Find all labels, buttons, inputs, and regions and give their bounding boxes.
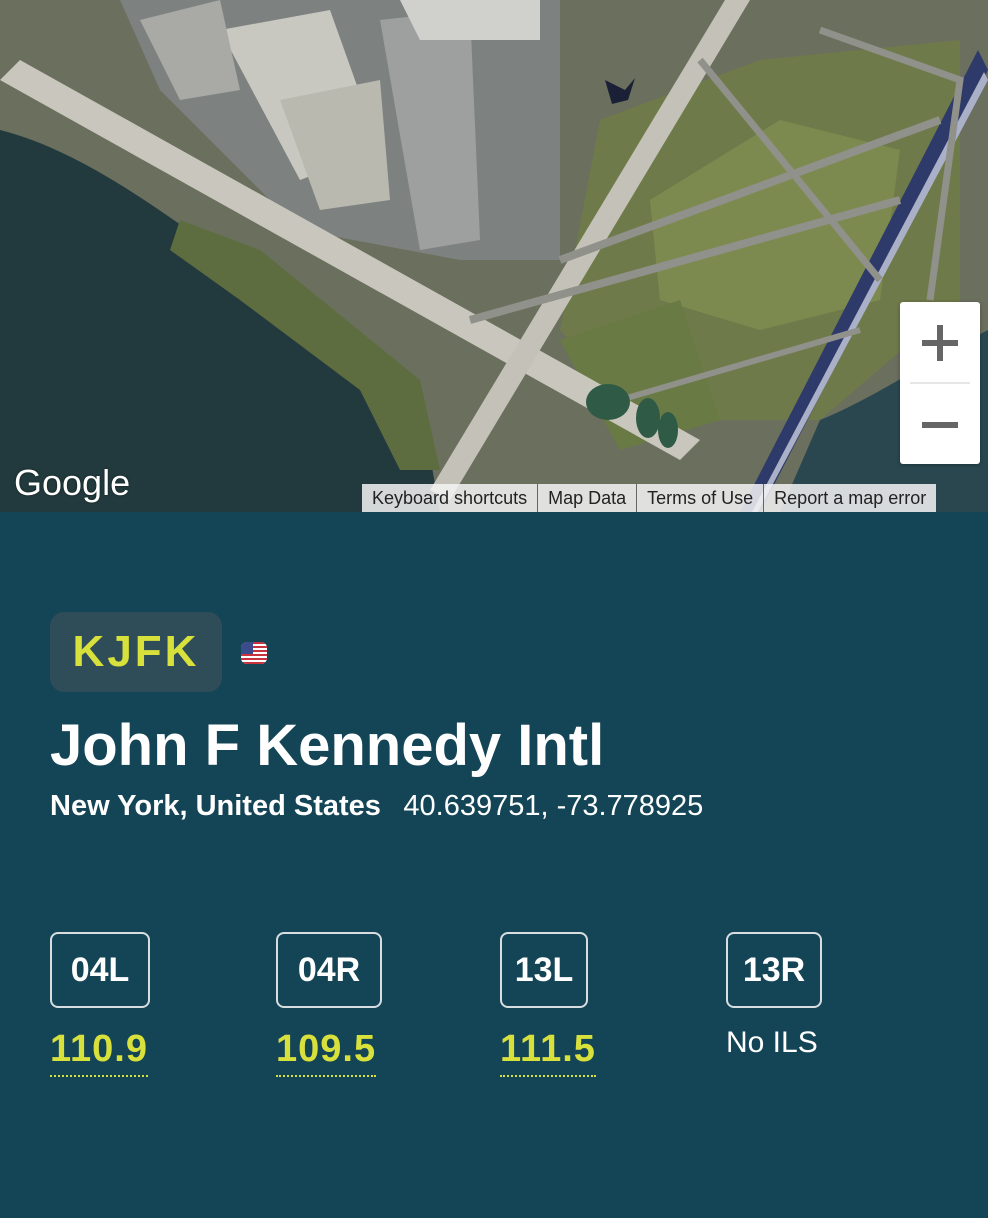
runway-id: 13L [500, 932, 588, 1008]
airport-city: New York, United States [50, 790, 381, 822]
map-data-link[interactable]: Map Data [537, 484, 636, 512]
us-flag-icon [241, 642, 267, 664]
airport-name: John F Kennedy Intl [50, 713, 605, 778]
runway-item: 13R No ILS [726, 932, 822, 1059]
runway-id: 04R [276, 932, 382, 1008]
map-attribution-bar: Keyboard shortcuts Map Data Terms of Use… [362, 484, 937, 512]
ils-frequency[interactable]: 110.9 [50, 1028, 148, 1077]
ils-frequency[interactable]: 109.5 [276, 1028, 377, 1077]
icao-badge: KJFK [50, 612, 222, 692]
ils-frequency[interactable]: 111.5 [500, 1028, 596, 1077]
zoom-control [900, 302, 980, 464]
satellite-imagery [0, 0, 988, 512]
report-map-error-link[interactable]: Report a map error [763, 484, 936, 512]
location-line: New York, United States 40.639751, -73.7… [50, 790, 703, 823]
terms-of-use-link[interactable]: Terms of Use [636, 484, 763, 512]
zoom-out-button[interactable] [900, 384, 980, 464]
icao-code: KJFK [72, 627, 200, 676]
runway-id: 13R [726, 932, 822, 1008]
runway-item: 04L 110.9 [50, 932, 150, 1077]
no-ils-label: No ILS [726, 1026, 818, 1059]
runway-item: 13L 111.5 [500, 932, 596, 1077]
airport-coordinates: 40.639751, -73.778925 [403, 790, 704, 822]
satellite-map[interactable]: Google Keyboard shortcuts Map Data Terms… [0, 0, 988, 512]
runway-item: 04R 109.5 [276, 932, 382, 1077]
zoom-in-button[interactable] [900, 302, 980, 382]
keyboard-shortcuts-link[interactable]: Keyboard shortcuts [362, 484, 537, 512]
google-logo: Google [14, 462, 131, 503]
runway-id: 04L [50, 932, 150, 1008]
